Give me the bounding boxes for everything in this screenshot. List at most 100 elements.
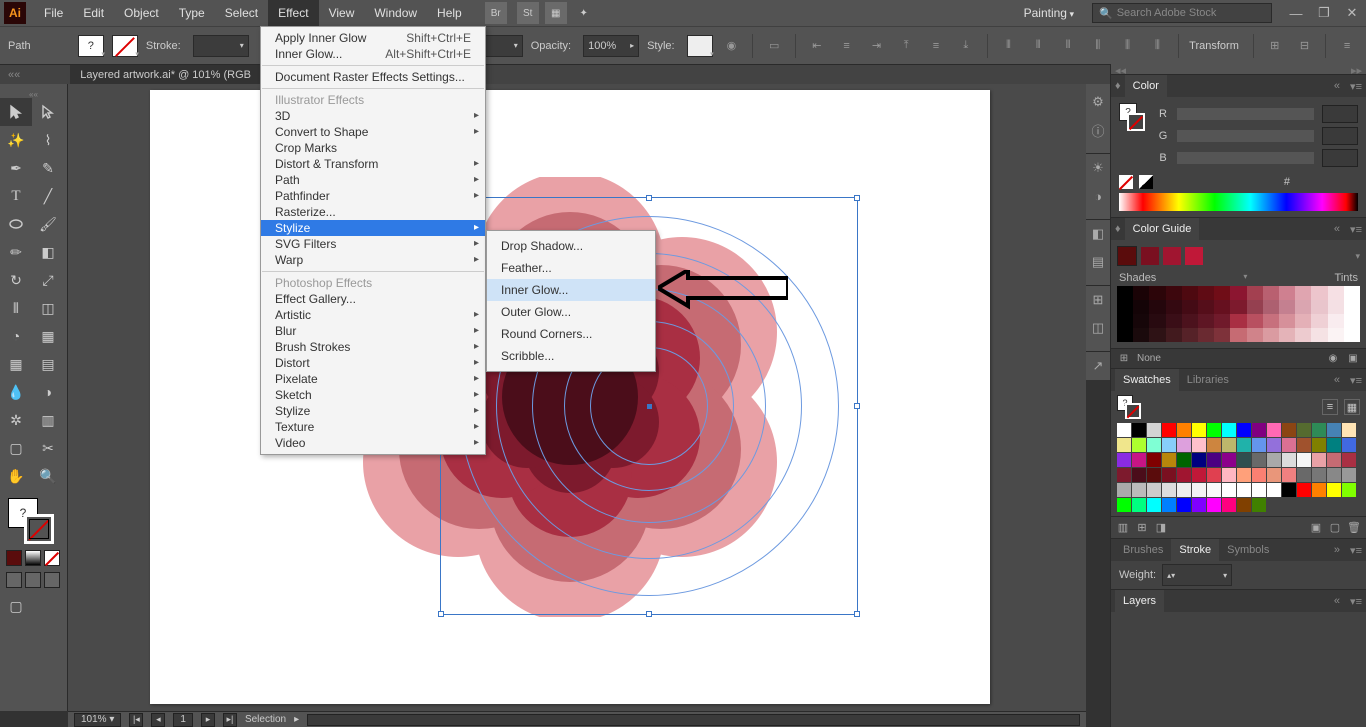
- magic-wand-tool[interactable]: ✨: [0, 126, 32, 154]
- selection-tool[interactable]: [0, 98, 32, 126]
- stylize-scribble[interactable]: Scribble...: [487, 345, 655, 367]
- gradient-icon[interactable]: ▤: [1086, 248, 1110, 276]
- eraser-tool[interactable]: ◧: [32, 238, 64, 266]
- stroke-color[interactable]: ▾: [112, 35, 138, 57]
- menu-select[interactable]: Select: [215, 0, 268, 26]
- apply-last-effect[interactable]: Apply Inner GlowShift+Ctrl+E: [261, 30, 485, 46]
- search-stock[interactable]: 🔍Search Adobe Stock: [1092, 3, 1272, 23]
- gradient-tool[interactable]: ▤: [32, 350, 64, 378]
- align-bottom-icon[interactable]: ⤓: [955, 34, 977, 58]
- b-slider[interactable]: [1177, 152, 1314, 164]
- stylize-round-corners[interactable]: Round Corners...: [487, 323, 655, 345]
- dist-top-icon[interactable]: ⫴: [998, 34, 1020, 58]
- swatch-lib-icon[interactable]: ▥: [1115, 520, 1131, 536]
- layers-menu-icon[interactable]: ▾≡: [1346, 595, 1366, 608]
- type-tool[interactable]: T: [0, 182, 32, 210]
- draw-normal[interactable]: [6, 572, 22, 588]
- r-slider[interactable]: [1177, 108, 1314, 120]
- spectrum[interactable]: [1119, 193, 1358, 211]
- menu-window[interactable]: Window: [364, 0, 427, 26]
- scroll-horizontal[interactable]: [307, 714, 1080, 726]
- align-icon[interactable]: ⊞: [1086, 286, 1110, 314]
- arrange-docs-icon[interactable]: ▦: [545, 2, 567, 24]
- graph-tool[interactable]: ▥: [32, 406, 64, 434]
- effect-path[interactable]: Path: [261, 172, 485, 188]
- menu-effect[interactable]: Effect: [268, 0, 318, 26]
- edit-colors-icon[interactable]: ◉: [1326, 352, 1340, 366]
- edit-icon[interactable]: ⊟: [1294, 34, 1316, 58]
- free-transform-tool[interactable]: ◫: [32, 294, 64, 322]
- rotate-tool[interactable]: ↻: [0, 266, 32, 294]
- first-artboard[interactable]: |◂: [129, 713, 143, 727]
- limit-icon[interactable]: ⊞: [1117, 352, 1131, 366]
- effect-gallery[interactable]: Effect Gallery...: [261, 291, 485, 307]
- mesh-tool[interactable]: ▦: [0, 350, 32, 378]
- dist-bottom-icon[interactable]: ⫴: [1057, 34, 1079, 58]
- style-box[interactable]: ▾: [687, 35, 713, 57]
- effect-sketch[interactable]: Sketch: [261, 387, 485, 403]
- paintbrush-tool[interactable]: 🖌: [32, 210, 64, 238]
- draw-behind[interactable]: [25, 572, 41, 588]
- document-tab[interactable]: Layered artwork.ai* @ 101% (RGB: [70, 65, 261, 85]
- effect-distort-transform[interactable]: Distort & Transform: [261, 156, 485, 172]
- symbols-tab[interactable]: Symbols: [1219, 539, 1277, 561]
- align-hcenter-icon[interactable]: ≡: [836, 34, 858, 58]
- dist-vcenter-icon[interactable]: ⫴: [1027, 34, 1049, 58]
- color-mode[interactable]: [6, 550, 22, 566]
- last-artboard[interactable]: ▸|: [223, 713, 237, 727]
- appearance-icon[interactable]: ☀: [1086, 154, 1110, 182]
- pen-tool[interactable]: ✒: [0, 154, 32, 182]
- direct-select-tool[interactable]: [32, 98, 64, 126]
- isolate-icon[interactable]: ⊞: [1264, 34, 1286, 58]
- swatch-menu2-icon[interactable]: ⊞: [1134, 520, 1150, 536]
- minimize-button[interactable]: —: [1282, 3, 1310, 23]
- shade-grid[interactable]: [1117, 286, 1360, 342]
- swatch-grid[interactable]: [1117, 423, 1360, 512]
- stroke-weight[interactable]: ▾: [193, 35, 249, 57]
- base-color[interactable]: [1117, 246, 1137, 266]
- guide-menu-icon[interactable]: ▾≡: [1346, 223, 1366, 236]
- g-value[interactable]: [1322, 127, 1358, 145]
- last-effect-options[interactable]: Inner Glow...Alt+Shift+Ctrl+E: [261, 46, 485, 62]
- line-tool[interactable]: ╱: [32, 182, 64, 210]
- swatches-tab[interactable]: Swatches: [1115, 369, 1179, 391]
- dist-hcenter-icon[interactable]: ⫼: [1117, 34, 1139, 58]
- swatch-grid-icon[interactable]: ▦: [1344, 399, 1360, 415]
- color-proxy[interactable]: ?: [4, 496, 63, 544]
- effect-warp[interactable]: Warp: [261, 252, 485, 268]
- effect-blur[interactable]: Blur: [261, 323, 485, 339]
- zoom-tool[interactable]: 🔍: [32, 462, 64, 490]
- effect-cropmarks[interactable]: Crop Marks: [261, 140, 485, 156]
- close-button[interactable]: ✕: [1338, 3, 1366, 23]
- curvature-tool[interactable]: ✎: [32, 154, 64, 182]
- weight-field[interactable]: ▴▾▾: [1162, 564, 1232, 586]
- effect-video[interactable]: Video: [261, 435, 485, 451]
- swatch-list-icon[interactable]: ≡: [1322, 399, 1338, 415]
- effect-stylize[interactable]: Stylize: [261, 220, 485, 236]
- raster-settings[interactable]: Document Raster Effects Settings...: [261, 69, 485, 85]
- effect-brushstrokes[interactable]: Brush Strokes: [261, 339, 485, 355]
- width-tool[interactable]: ⫴: [0, 294, 32, 322]
- effect-texture[interactable]: Texture: [261, 419, 485, 435]
- transparency-icon[interactable]: ◧: [1086, 220, 1110, 248]
- collapse-color-icon[interactable]: «: [1330, 80, 1344, 92]
- artboard-num[interactable]: 1: [173, 713, 193, 727]
- brushes-tab[interactable]: Brushes: [1115, 539, 1171, 561]
- next-artboard[interactable]: ▸: [201, 713, 215, 727]
- r-value[interactable]: [1322, 105, 1358, 123]
- properties-icon[interactable]: ⚙: [1086, 88, 1110, 116]
- pencil-tool[interactable]: ✏: [0, 238, 32, 266]
- libraries-tab[interactable]: Libraries: [1179, 369, 1237, 391]
- new-group-icon[interactable]: ▣: [1308, 520, 1324, 536]
- align-top-icon[interactable]: ⤒: [895, 34, 917, 58]
- prev-artboard[interactable]: ◂: [151, 713, 165, 727]
- align-vcenter-icon[interactable]: ≡: [925, 34, 947, 58]
- color-guide-tab[interactable]: Color Guide: [1125, 218, 1200, 240]
- gpu-icon[interactable]: ✦: [573, 2, 595, 24]
- swatches-menu-icon[interactable]: ▾≡: [1346, 374, 1366, 387]
- new-swatch-icon[interactable]: ▢: [1327, 520, 1343, 536]
- stock-icon[interactable]: St: [517, 2, 539, 24]
- align-right-icon[interactable]: ⇥: [866, 34, 888, 58]
- menu-file[interactable]: File: [34, 0, 73, 26]
- effect-pathfinder[interactable]: Pathfinder: [261, 188, 485, 204]
